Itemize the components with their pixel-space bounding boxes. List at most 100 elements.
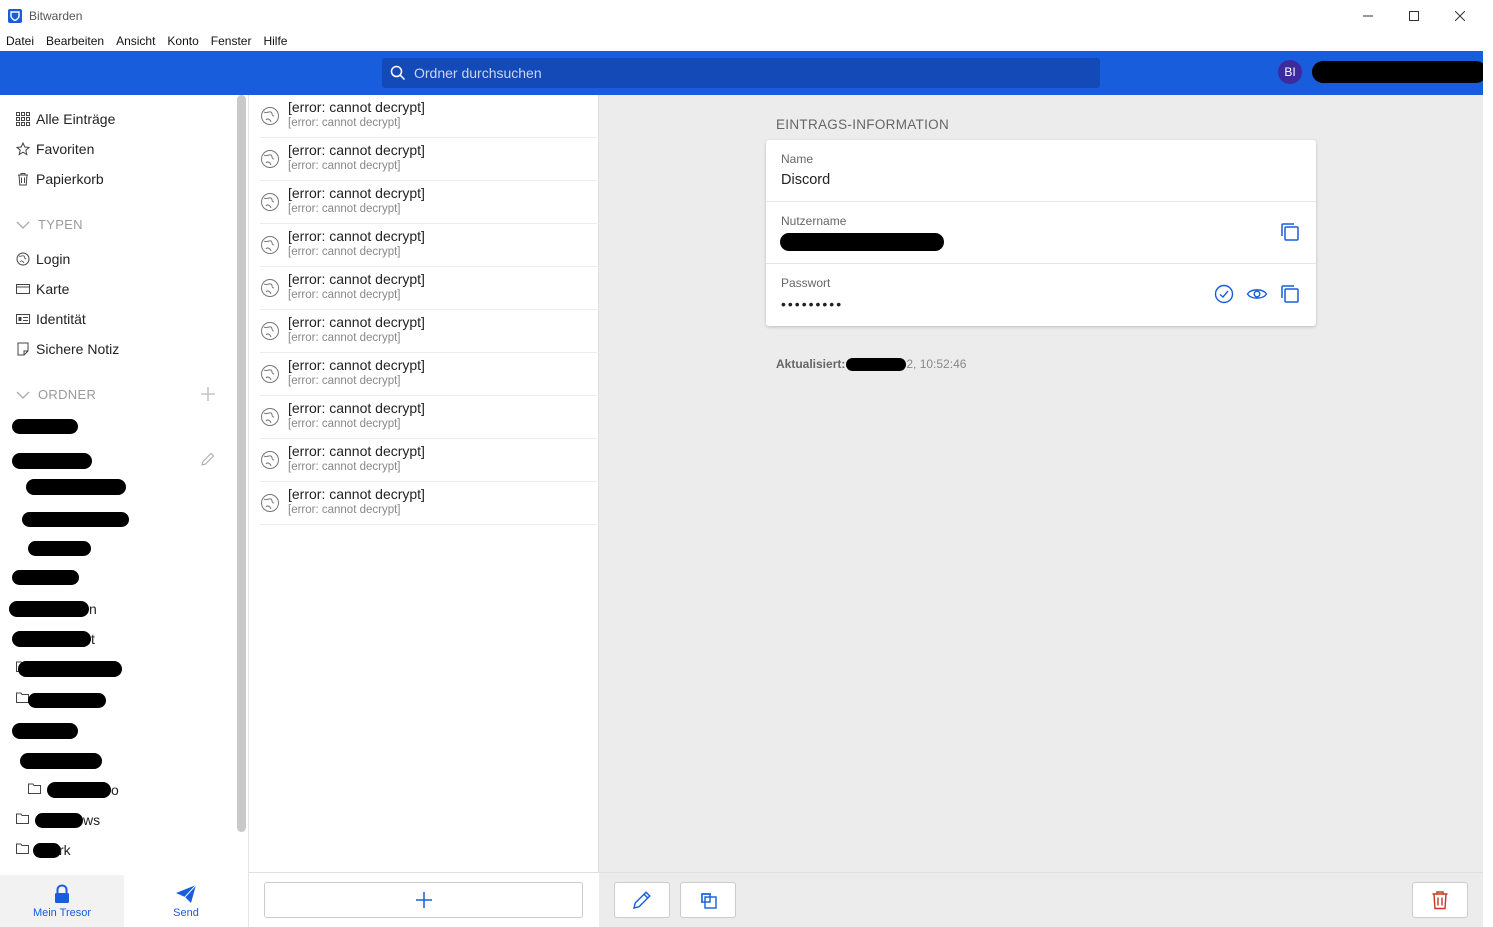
tab-send[interactable]: Send bbox=[124, 875, 248, 927]
filter-favorites[interactable]: Favoriten bbox=[16, 141, 94, 157]
delete-item-button[interactable] bbox=[1412, 882, 1468, 918]
list-item[interactable]: [error: cannot decrypt] [error: cannot de… bbox=[260, 224, 597, 267]
menu-fenster[interactable]: Fenster bbox=[205, 34, 258, 48]
list-footer bbox=[249, 872, 599, 927]
filter-label: Alle Einträge bbox=[36, 111, 116, 127]
redacted-folder[interactable] bbox=[35, 813, 83, 828]
chevron-down-icon bbox=[16, 221, 30, 229]
types-section-toggle[interactable]: TYPEN bbox=[16, 217, 83, 232]
redacted-folder[interactable] bbox=[12, 570, 79, 585]
updated-time: 2, 10:52:46 bbox=[906, 357, 967, 371]
maximize-button[interactable] bbox=[1391, 0, 1437, 31]
paper-plane-icon bbox=[176, 884, 197, 903]
add-folder-button[interactable] bbox=[201, 387, 215, 403]
redacted-folder[interactable] bbox=[18, 661, 122, 677]
redacted-folder[interactable] bbox=[20, 753, 102, 769]
name-field: Name Discord bbox=[766, 140, 1316, 202]
edit-folder-button[interactable] bbox=[201, 452, 215, 469]
redacted-folder[interactable] bbox=[12, 453, 92, 469]
folder-fragment: n bbox=[89, 601, 97, 617]
type-login[interactable]: Login bbox=[16, 251, 70, 267]
filter-trash[interactable]: Papierkorb bbox=[16, 171, 104, 187]
minimize-button[interactable] bbox=[1345, 0, 1391, 31]
type-card[interactable]: Karte bbox=[16, 281, 69, 297]
redacted-folder[interactable] bbox=[22, 512, 129, 527]
item-subtitle: [error: cannot decrypt] bbox=[288, 160, 401, 172]
globe-icon bbox=[261, 408, 279, 426]
note-icon bbox=[17, 342, 29, 356]
globe-icon bbox=[261, 365, 279, 383]
toggle-password-visibility-button[interactable] bbox=[1246, 284, 1268, 307]
redacted-folder[interactable] bbox=[28, 693, 106, 708]
type-secure-note[interactable]: Sichere Notiz bbox=[16, 341, 119, 357]
copy-password-button[interactable] bbox=[1280, 284, 1300, 307]
list-item[interactable]: [error: cannot decrypt] [error: cannot de… bbox=[260, 439, 597, 482]
folder-icon bbox=[16, 843, 29, 854]
redacted-folder[interactable] bbox=[9, 601, 89, 617]
name-label: Name bbox=[781, 152, 814, 166]
item-subtitle: [error: cannot decrypt] bbox=[288, 289, 401, 301]
item-title: [error: cannot decrypt] bbox=[288, 99, 425, 115]
clone-item-button[interactable] bbox=[680, 882, 736, 918]
redacted-account-email bbox=[1312, 61, 1487, 83]
edit-item-button[interactable] bbox=[614, 882, 670, 918]
filter-label: Papierkorb bbox=[36, 171, 104, 187]
check-password-button[interactable] bbox=[1214, 284, 1234, 307]
star-icon bbox=[16, 142, 30, 156]
menu-ansicht[interactable]: Ansicht bbox=[110, 34, 161, 48]
redacted-folder[interactable] bbox=[33, 843, 61, 858]
clone-icon bbox=[701, 893, 717, 909]
redacted-folder[interactable] bbox=[12, 723, 78, 739]
list-item[interactable]: [error: cannot decrypt] [error: cannot de… bbox=[260, 482, 597, 525]
redacted-folder[interactable] bbox=[12, 631, 91, 647]
grid-icon bbox=[16, 112, 30, 126]
add-item-button[interactable] bbox=[264, 882, 583, 918]
list-item[interactable]: [error: cannot decrypt] [error: cannot de… bbox=[260, 353, 597, 396]
folder-row[interactable] bbox=[28, 783, 47, 794]
username-actions bbox=[1280, 222, 1300, 245]
tab-label: Mein Tresor bbox=[32, 906, 92, 919]
folder-row[interactable] bbox=[16, 813, 35, 824]
folders-section-toggle[interactable]: ORDNER bbox=[16, 387, 96, 402]
list-item[interactable]: [error: cannot decrypt] [error: cannot de… bbox=[260, 181, 597, 224]
redacted-folder[interactable] bbox=[26, 479, 126, 495]
username-label: Nutzername bbox=[781, 214, 847, 228]
list-item[interactable]: [error: cannot decrypt] [error: cannot de… bbox=[260, 95, 597, 138]
window-edge bbox=[1483, 0, 1493, 927]
item-title: [error: cannot decrypt] bbox=[288, 314, 425, 330]
redacted-folder[interactable] bbox=[47, 782, 111, 798]
username-field: Nutzername bbox=[766, 202, 1316, 264]
list-item[interactable]: [error: cannot decrypt] [error: cannot de… bbox=[260, 310, 597, 353]
folders-heading: ORDNER bbox=[38, 387, 97, 402]
list-item[interactable]: [error: cannot decrypt] [error: cannot de… bbox=[260, 267, 597, 310]
pencil-icon bbox=[633, 891, 651, 909]
tab-my-vault[interactable]: Mein Tresor bbox=[0, 875, 124, 927]
updated-label: Aktualisiert: bbox=[776, 357, 846, 371]
sidebar-scrollbar[interactable] bbox=[237, 95, 246, 832]
list-item[interactable]: [error: cannot decrypt] [error: cannot de… bbox=[260, 396, 597, 439]
copy-username-button[interactable] bbox=[1280, 222, 1300, 245]
menu-datei[interactable]: Datei bbox=[0, 34, 40, 48]
lock-icon bbox=[55, 883, 69, 903]
password-actions bbox=[1214, 284, 1300, 307]
item-subtitle: [error: cannot decrypt] bbox=[288, 203, 401, 215]
menu-hilfe[interactable]: Hilfe bbox=[257, 34, 293, 48]
details-footer bbox=[599, 872, 1483, 927]
search-box bbox=[382, 58, 1100, 88]
redacted-folder[interactable] bbox=[12, 419, 78, 434]
bottom-tabs: Mein Tresor Send bbox=[0, 875, 248, 927]
item-subtitle: [error: cannot decrypt] bbox=[288, 246, 401, 258]
menu-konto[interactable]: Konto bbox=[161, 34, 204, 48]
chevron-down-icon bbox=[16, 391, 30, 399]
menu-bearbeiten[interactable]: Bearbeiten bbox=[40, 34, 110, 48]
redacted-folder[interactable] bbox=[28, 541, 91, 556]
close-window-button[interactable] bbox=[1437, 0, 1483, 31]
filter-all-items[interactable]: Alle Einträge bbox=[16, 111, 115, 127]
search-input[interactable] bbox=[414, 65, 1074, 81]
account-switcher[interactable]: BI bbox=[1278, 60, 1487, 84]
list-item[interactable]: [error: cannot decrypt] [error: cannot de… bbox=[260, 138, 597, 181]
folder-fragment: t bbox=[91, 631, 95, 647]
menu-bar: Datei Bearbeiten Ansicht Konto Fenster H… bbox=[0, 31, 1483, 51]
item-title: [error: cannot decrypt] bbox=[288, 228, 425, 244]
type-identity[interactable]: Identität bbox=[16, 311, 86, 327]
